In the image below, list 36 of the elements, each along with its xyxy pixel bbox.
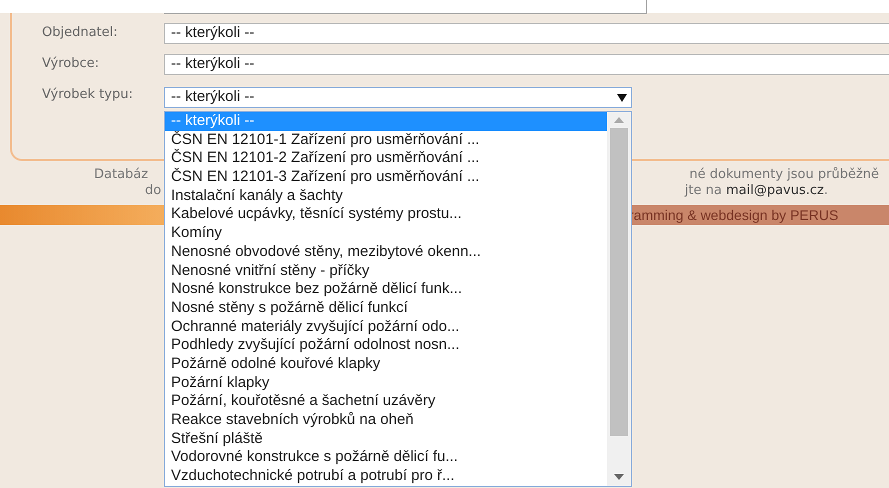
- dropdown-option[interactable]: Kabelové ucpávky, těsnící systémy prostu...: [165, 205, 607, 224]
- field-label: Objednatel:: [41, 24, 119, 40]
- dropdown-option[interactable]: Instalační kanály a šachty: [165, 186, 607, 206]
- dropdown-option[interactable]: Komíny: [165, 224, 607, 243]
- email-link[interactable]: mail@pavus.cz: [726, 183, 824, 198]
- scrollbar-thumb[interactable]: [610, 128, 628, 436]
- dropdown-option[interactable]: Reakce stavebních výrobků na oheň: [165, 411, 607, 430]
- scroll-down-icon[interactable]: [614, 474, 624, 480]
- input-field[interactable]: [164, 0, 647, 14]
- dropdown-option[interactable]: Nosné stěny s požárně dělicí funkcí: [165, 298, 607, 318]
- scroll-up-icon[interactable]: [614, 117, 624, 123]
- dropdown-option[interactable]: Požární, kouřotěsné a šachetní uzávěry: [165, 392, 607, 411]
- select-field[interactable]: -- kterýkoli --: [164, 23, 889, 44]
- dropdown-option[interactable]: Požárně odolné kouřové klapky: [165, 354, 607, 374]
- dropdown-option[interactable]: Podhledy zvyšující požární odolnost nosn...: [165, 336, 607, 355]
- field-label: Výrobce:: [41, 55, 100, 71]
- select-field[interactable]: -- kterýkoli --: [164, 87, 632, 108]
- dropdown-option[interactable]: Nenosné vnitřní stěny - příčky: [165, 262, 607, 280]
- footer-text: jte na mail@pavus.cz.: [684, 183, 828, 199]
- field-label: Výrobek typu:: [41, 86, 134, 102]
- dropdown-option[interactable]: ČSN EN 12101-1 Zařízení pro usměrňování ...: [165, 130, 607, 150]
- footer-text: Databáz: [94, 167, 148, 183]
- dropdown-option[interactable]: Nenosné obvodové stěny, mezibytové okenn...: [165, 242, 607, 262]
- dropdown-option[interactable]: Střešní pláště: [165, 430, 607, 448]
- dropdown-option[interactable]: Nosné konstrukce bez požárně dělicí funk...: [165, 280, 607, 299]
- dropdown-option[interactable]: ČSN EN 12101-2 Zařízení pro usměrňování ...: [165, 149, 607, 168]
- dropdown-option[interactable]: Ochranné materiály zvyšující požární odo...: [165, 318, 607, 336]
- footer-text: do: [145, 183, 162, 199]
- dropdown-option[interactable]: Vodorovné konstrukce s požárně dělicí fu...: [165, 448, 607, 468]
- select-field[interactable]: -- kterýkoli --: [164, 54, 889, 75]
- dropdown-option[interactable]: Požární klapky: [165, 374, 607, 392]
- scrollbar[interactable]: [607, 112, 631, 486]
- footer-text: né dokumenty jsou průběžně: [689, 167, 879, 183]
- caret-icon: [617, 94, 627, 102]
- dropdown-option[interactable]: ČSN EN 12101-3 Zařízení pro usměrňování ...: [165, 168, 607, 187]
- dropdown-option[interactable]: Vzduchotechnické potrubí a potrubí pro ř...: [165, 467, 607, 486]
